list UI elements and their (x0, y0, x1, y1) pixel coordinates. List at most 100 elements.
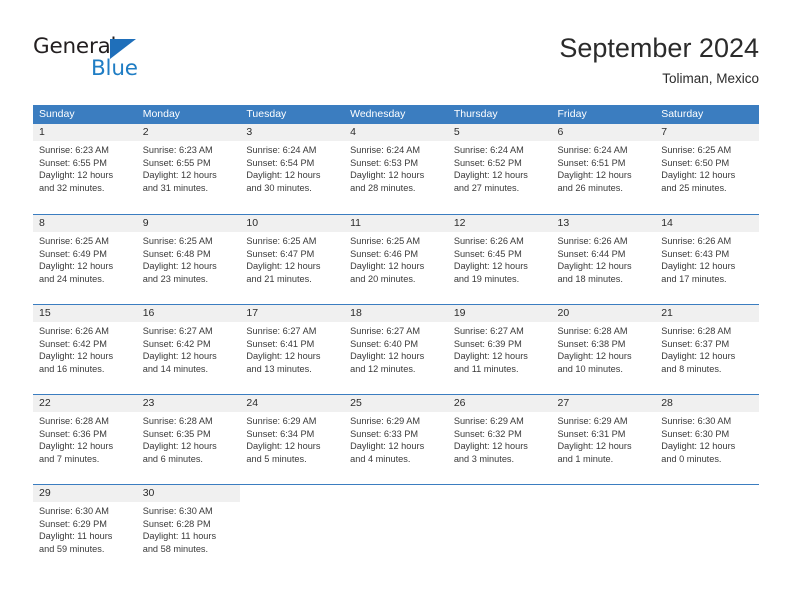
sunrise-time: Sunrise: 6:30 AM (661, 416, 732, 426)
sunset-time: Sunset: 6:36 PM (39, 428, 107, 439)
calendar-day-cell[interactable]: 13 Sunrise: 6:26 AM Sunset: 6:44 PM Dayligh… (551, 215, 656, 303)
sunset-time: Sunset: 6:44 PM (557, 248, 626, 259)
sunset-time: Sunset: 6:38 PM (557, 338, 626, 349)
calendar-day-cell[interactable]: 28 Sunrise: 6:30 AM Sunset: 6:30 PM Dayligh… (655, 395, 759, 483)
daylight-duration-line2: and 27 minutes. (453, 182, 520, 193)
weekday-header-row: Sunday Monday Tuesday Wednesday Thursday Frid… (33, 105, 759, 124)
calendar-week-row: 8 Sunrise: 6:25 AM Sunset: 6:49 PM Daylight… (33, 214, 759, 304)
calendar-day-cell[interactable]: 7 Sunrise: 6:25 AM Sunset: 6:50 PM Daylight… (655, 124, 759, 212)
daylight-duration-line2: and 24 minutes. (39, 273, 105, 284)
calendar-day-cell[interactable]: 4 Sunrise: 6:24 AM Sunset: 6:53 PM Daylight… (344, 124, 448, 212)
day-details: Sunrise: 6:24 AM Sunset: 6:54 PM Daylight:… (240, 141, 344, 194)
calendar-day-cell[interactable]: 11 Sunrise: 6:25 AM Sunset: 6:46 PM Dayligh… (344, 215, 448, 303)
daylight-duration-line1: Daylight: 12 hours (39, 351, 114, 362)
sunrise-time: Sunrise: 6:28 AM (557, 326, 628, 336)
sunrise-time: Sunrise: 6:23 AM (39, 145, 109, 155)
sunrise-time: Sunrise: 6:24 AM (557, 145, 628, 155)
daylight-duration-line2: and 5 minutes. (246, 453, 307, 464)
calendar-day-cell[interactable]: 10 Sunrise: 6:25 AM Sunset: 6:47 PM Dayligh… (240, 215, 345, 303)
calendar-day-cell[interactable]: 16 Sunrise: 6:27 AM Sunset: 6:42 PM Dayligh… (136, 305, 241, 393)
calendar-day-cell[interactable]: 15 Sunrise: 6:26 AM Sunset: 6:42 PM Dayligh… (33, 305, 137, 393)
day-details: Sunrise: 6:23 AM Sunset: 6:55 PM Daylight:… (33, 141, 137, 194)
calendar-day-cell[interactable]: 23 Sunrise: 6:28 AM Sunset: 6:35 PM Dayligh… (136, 395, 241, 483)
calendar-day-cell[interactable]: 12 Sunrise: 6:26 AM Sunset: 6:45 PM Dayligh… (447, 215, 552, 303)
day-details: Sunrise: 6:24 AM Sunset: 6:53 PM Daylight:… (344, 141, 448, 194)
sunset-time: Sunset: 6:32 PM (453, 428, 522, 439)
calendar-day-cell[interactable]: 18 Sunrise: 6:27 AM Sunset: 6:40 PM Dayligh… (344, 305, 448, 393)
daylight-duration-line2: and 13 minutes. (246, 363, 312, 374)
sunset-time: Sunset: 6:51 PM (557, 157, 626, 168)
sunrise-time: Sunrise: 6:26 AM (453, 236, 524, 246)
daylight-duration-line1: Daylight: 12 hours (661, 441, 736, 452)
calendar-day-cell-empty (551, 485, 656, 573)
calendar-day-cell[interactable]: 1 Sunrise: 6:23 AM Sunset: 6:55 PM Daylight… (33, 124, 137, 212)
daylight-duration-line1: Daylight: 12 hours (39, 441, 114, 452)
day-details (448, 502, 552, 505)
day-details: Sunrise: 6:25 AM Sunset: 6:48 PM Daylight:… (137, 232, 241, 285)
daylight-duration-line2: and 6 minutes. (142, 453, 203, 464)
day-details: Sunrise: 6:24 AM Sunset: 6:51 PM Daylight:… (552, 141, 656, 194)
sunrise-time: Sunrise: 6:30 AM (39, 506, 109, 516)
daylight-duration-line2: and 31 minutes. (142, 182, 209, 193)
calendar-day-cell[interactable]: 30 Sunrise: 6:30 AM Sunset: 6:28 PM Dayligh… (136, 485, 241, 573)
daylight-duration-line2: and 58 minutes. (142, 543, 209, 554)
day-details (240, 502, 344, 505)
general-blue-logo[interactable]: General Blue (33, 35, 233, 85)
calendar-day-cell[interactable]: 25 Sunrise: 6:29 AM Sunset: 6:33 PM Dayligh… (344, 395, 448, 483)
day-number (447, 485, 552, 502)
day-number: 1 (33, 124, 137, 141)
calendar-day-cell[interactable]: 2 Sunrise: 6:23 AM Sunset: 6:55 PM Daylight… (136, 124, 241, 212)
calendar-day-cell[interactable]: 19 Sunrise: 6:27 AM Sunset: 6:39 PM Dayligh… (447, 305, 552, 393)
daylight-duration-line2: and 14 minutes. (142, 363, 209, 374)
sunrise-time: Sunrise: 6:26 AM (661, 236, 732, 246)
day-details: Sunrise: 6:26 AM Sunset: 6:45 PM Daylight:… (448, 232, 552, 285)
daylight-duration-line1: Daylight: 12 hours (350, 351, 425, 362)
calendar-day-cell[interactable]: 8 Sunrise: 6:25 AM Sunset: 6:49 PM Daylight… (33, 215, 137, 303)
day-details: Sunrise: 6:29 AM Sunset: 6:33 PM Daylight:… (344, 412, 448, 465)
day-details: Sunrise: 6:28 AM Sunset: 6:38 PM Daylight:… (552, 322, 656, 375)
page-title: September 2024 (559, 33, 759, 63)
sunrise-time: Sunrise: 6:27 AM (453, 326, 524, 336)
sunset-time: Sunset: 6:54 PM (246, 157, 315, 168)
sunrise-time: Sunrise: 6:25 AM (39, 236, 109, 246)
calendar-day-cell[interactable]: 26 Sunrise: 6:29 AM Sunset: 6:32 PM Dayligh… (447, 395, 552, 483)
calendar-day-cell[interactable]: 27 Sunrise: 6:29 AM Sunset: 6:31 PM Dayligh… (551, 395, 656, 483)
daylight-duration-line1: Daylight: 12 hours (453, 441, 528, 452)
calendar-day-cell-empty (655, 485, 759, 573)
day-number: 9 (136, 215, 241, 232)
sunrise-time: Sunrise: 6:25 AM (246, 236, 317, 246)
daylight-duration-line2: and 18 minutes. (557, 273, 623, 284)
calendar-day-cell[interactable]: 17 Sunrise: 6:27 AM Sunset: 6:41 PM Dayligh… (240, 305, 345, 393)
day-details: Sunrise: 6:27 AM Sunset: 6:41 PM Daylight:… (240, 322, 344, 375)
weekday-header-monday: Monday (142, 108, 181, 120)
calendar-day-cell[interactable]: 6 Sunrise: 6:24 AM Sunset: 6:51 PM Daylight… (551, 124, 656, 212)
daylight-duration-line2: and 28 minutes. (350, 182, 416, 193)
daylight-duration-line2: and 21 minutes. (246, 273, 312, 284)
calendar-day-cell[interactable]: 21 Sunrise: 6:28 AM Sunset: 6:37 PM Dayligh… (655, 305, 759, 393)
calendar-day-cell[interactable]: 29 Sunrise: 6:30 AM Sunset: 6:29 PM Dayligh… (33, 485, 137, 573)
calendar-day-cell[interactable]: 3 Sunrise: 6:24 AM Sunset: 6:54 PM Daylight… (240, 124, 345, 212)
calendar-day-cell[interactable]: 14 Sunrise: 6:26 AM Sunset: 6:43 PM Dayligh… (655, 215, 759, 303)
daylight-duration-line2: and 23 minutes. (142, 273, 209, 284)
calendar-week-row: 15 Sunrise: 6:26 AM Sunset: 6:42 PM Dayligh… (33, 304, 759, 394)
daylight-duration-line1: Daylight: 12 hours (350, 261, 425, 272)
calendar-day-cell[interactable]: 5 Sunrise: 6:24 AM Sunset: 6:52 PM Daylight… (447, 124, 552, 212)
logo-text-blue: Blue (91, 56, 138, 81)
calendar-day-cell[interactable]: 20 Sunrise: 6:28 AM Sunset: 6:38 PM Dayligh… (551, 305, 656, 393)
daylight-duration-line1: Daylight: 12 hours (350, 170, 425, 181)
day-details: Sunrise: 6:26 AM Sunset: 6:43 PM Daylight:… (655, 232, 759, 285)
daylight-duration-line2: and 32 minutes. (39, 182, 105, 193)
daylight-duration-line1: Daylight: 12 hours (453, 261, 528, 272)
calendar-weeks: 1 Sunrise: 6:23 AM Sunset: 6:55 PM Daylight… (33, 124, 759, 574)
day-details: Sunrise: 6:29 AM Sunset: 6:31 PM Daylight:… (552, 412, 656, 465)
daylight-duration-line1: Daylight: 11 hours (142, 531, 217, 542)
day-number: 25 (344, 395, 448, 412)
weekday-header-wednesday: Wednesday (350, 108, 406, 120)
calendar-day-cell-empty (344, 485, 448, 573)
calendar-day-cell[interactable]: 24 Sunrise: 6:29 AM Sunset: 6:34 PM Dayligh… (240, 395, 345, 483)
calendar-page: General Blue September 2024 Toliman, Mex… (0, 0, 792, 612)
calendar-day-cell[interactable]: 9 Sunrise: 6:25 AM Sunset: 6:48 PM Daylight… (136, 215, 241, 303)
daylight-duration-line2: and 10 minutes. (557, 363, 623, 374)
calendar-day-cell[interactable]: 22 Sunrise: 6:28 AM Sunset: 6:36 PM Dayligh… (33, 395, 137, 483)
day-details: Sunrise: 6:27 AM Sunset: 6:40 PM Daylight:… (344, 322, 448, 375)
